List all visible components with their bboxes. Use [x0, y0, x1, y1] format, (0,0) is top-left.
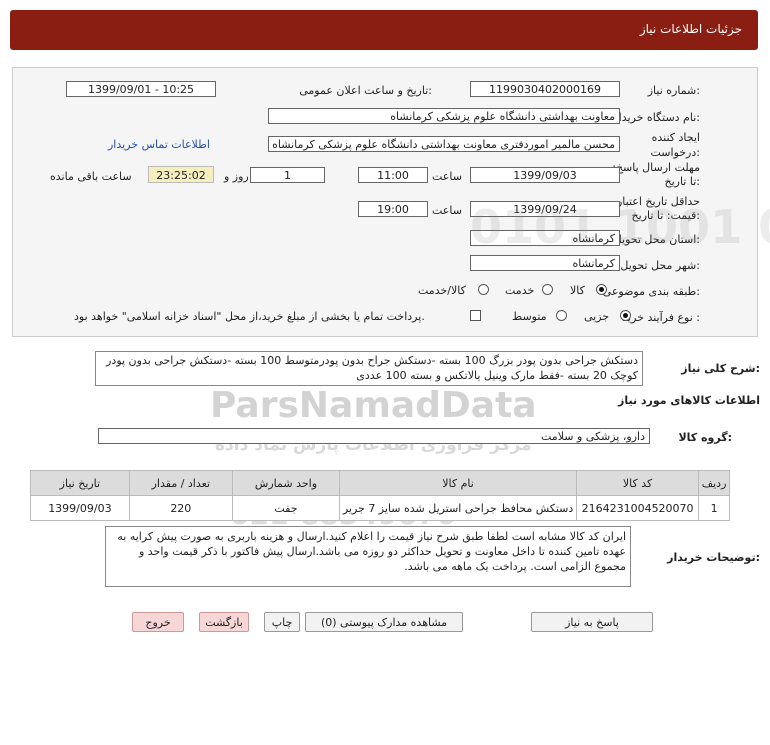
- validity-time-label: ساعت: [432, 204, 462, 217]
- remaining-timer: 23:25:02: [148, 166, 214, 183]
- header-unit: واحد شمارش: [231, 470, 341, 496]
- header-row-number: ردیف: [698, 470, 730, 496]
- buyer-notes-text: ایران کد کالا مشابه است لطفا طبق شرح نیا…: [105, 526, 631, 587]
- process-option-medium: متوسط: [512, 310, 547, 323]
- province-field: کرمانشاه: [470, 230, 620, 246]
- buyer-label: نام دستگاه خریدار:: [613, 111, 700, 124]
- process-label: نوع فرآیند خرید :: [622, 311, 700, 324]
- watermark-brand: ParsNamadData: [210, 385, 537, 426]
- province-label: استان محل تحویل:: [613, 233, 700, 246]
- goods-group-label: گروه کالا:: [678, 431, 732, 444]
- category-radio-service[interactable]: [542, 284, 553, 295]
- header-need-date: تاریخ نیاز: [30, 470, 130, 496]
- deadline-date-field: 1399/09/03: [470, 167, 620, 183]
- goods-group-field: دارو، پزشکی و سلامت: [98, 428, 650, 444]
- city-label: شهر محل تحویل:: [620, 259, 700, 272]
- creator-label: ایجاد کننده درخواست:: [650, 131, 701, 159]
- view-attachments-button[interactable]: مشاهده مدارک پیوستی (0): [305, 612, 463, 632]
- cell-goods-code: 2164231004520070: [575, 495, 700, 521]
- cell-goods-name: دستکش محافظ جراحی استریل شده سایز 7 جریر: [339, 495, 577, 521]
- goods-table: تاریخ نیاز تعداد / مقدار واحد شمارش نام …: [30, 470, 730, 521]
- days-field: 1: [250, 167, 325, 183]
- back-button[interactable]: بازگشت: [199, 612, 249, 632]
- process-radio-medium[interactable]: [556, 310, 567, 321]
- deadline-time-field: 11:00: [358, 167, 428, 183]
- header-goods-name: نام کالا: [339, 470, 577, 496]
- table-row: 1399/09/03 220 جفت دستکش محافظ جراحی است…: [30, 495, 730, 521]
- page-header: جزئیات اطلاعات نیاز: [10, 10, 758, 50]
- cell-unit: جفت: [231, 495, 341, 521]
- announce-field: 1399/09/01 - 10:25: [66, 81, 216, 97]
- validity-date-field: 1399/09/24: [470, 201, 620, 217]
- need-number-field: 1199030402000169: [470, 81, 620, 97]
- treasury-payment-note: پرداخت تمام یا بخشی از مبلغ خرید،از محل …: [74, 310, 425, 323]
- need-number-label: شماره نیاز:: [647, 84, 700, 97]
- table-header-row: تاریخ نیاز تعداد / مقدار واحد شمارش نام …: [30, 470, 730, 496]
- process-radio-minor[interactable]: [620, 310, 631, 321]
- deadline-time-label: ساعت: [432, 170, 462, 183]
- print-button[interactable]: چاپ: [264, 612, 300, 632]
- category-radio-both[interactable]: [478, 284, 489, 295]
- description-label: شرح کلی نیاز:: [681, 362, 760, 375]
- days-label: روز و: [224, 170, 249, 183]
- buyer-field: معاونت بهداشتی دانشگاه علوم پزشکی کرمانش…: [268, 108, 620, 124]
- header-quantity: تعداد / مقدار: [128, 470, 233, 496]
- exit-button[interactable]: خروج: [132, 612, 184, 632]
- page-title: جزئیات اطلاعات نیاز: [639, 22, 742, 36]
- cell-need-date: 1399/09/03: [30, 495, 130, 521]
- treasury-payment-checkbox[interactable]: [470, 310, 481, 321]
- category-radio-goods[interactable]: [596, 284, 607, 295]
- category-option-goods: کالا: [570, 284, 585, 297]
- city-field: کرمانشاه: [470, 255, 620, 271]
- creator-field: محسن مالمیر اموردفتری معاونت بهداشتی دان…: [268, 136, 620, 152]
- goods-section-title: اطلاعات کالاهای مورد نیاز: [618, 394, 760, 407]
- category-option-service: خدمت: [505, 284, 535, 297]
- announce-label: تاریخ و ساعت اعلان عمومی:: [299, 84, 432, 97]
- buyer-contact-link[interactable]: اطلاعات تماس خریدار: [108, 138, 210, 151]
- cell-quantity: 220: [128, 495, 233, 521]
- description-text: دستکش جراحی بدون پودر بزرگ 100 بسته -دست…: [95, 351, 643, 386]
- category-option-both: کالا/خدمت: [418, 284, 466, 297]
- cell-row-number: 1: [698, 495, 730, 521]
- remaining-label: ساعت باقی مانده: [50, 170, 132, 183]
- validity-time-field: 19:00: [358, 201, 428, 217]
- process-option-minor: جزیی: [584, 310, 610, 323]
- reply-button[interactable]: پاسخ به نیاز: [531, 612, 653, 632]
- category-label: طبقه بندی موضوعی:: [602, 285, 700, 298]
- buyer-notes-label: توضیحات خریدار:: [667, 551, 760, 564]
- header-goods-code: کد کالا: [575, 470, 700, 496]
